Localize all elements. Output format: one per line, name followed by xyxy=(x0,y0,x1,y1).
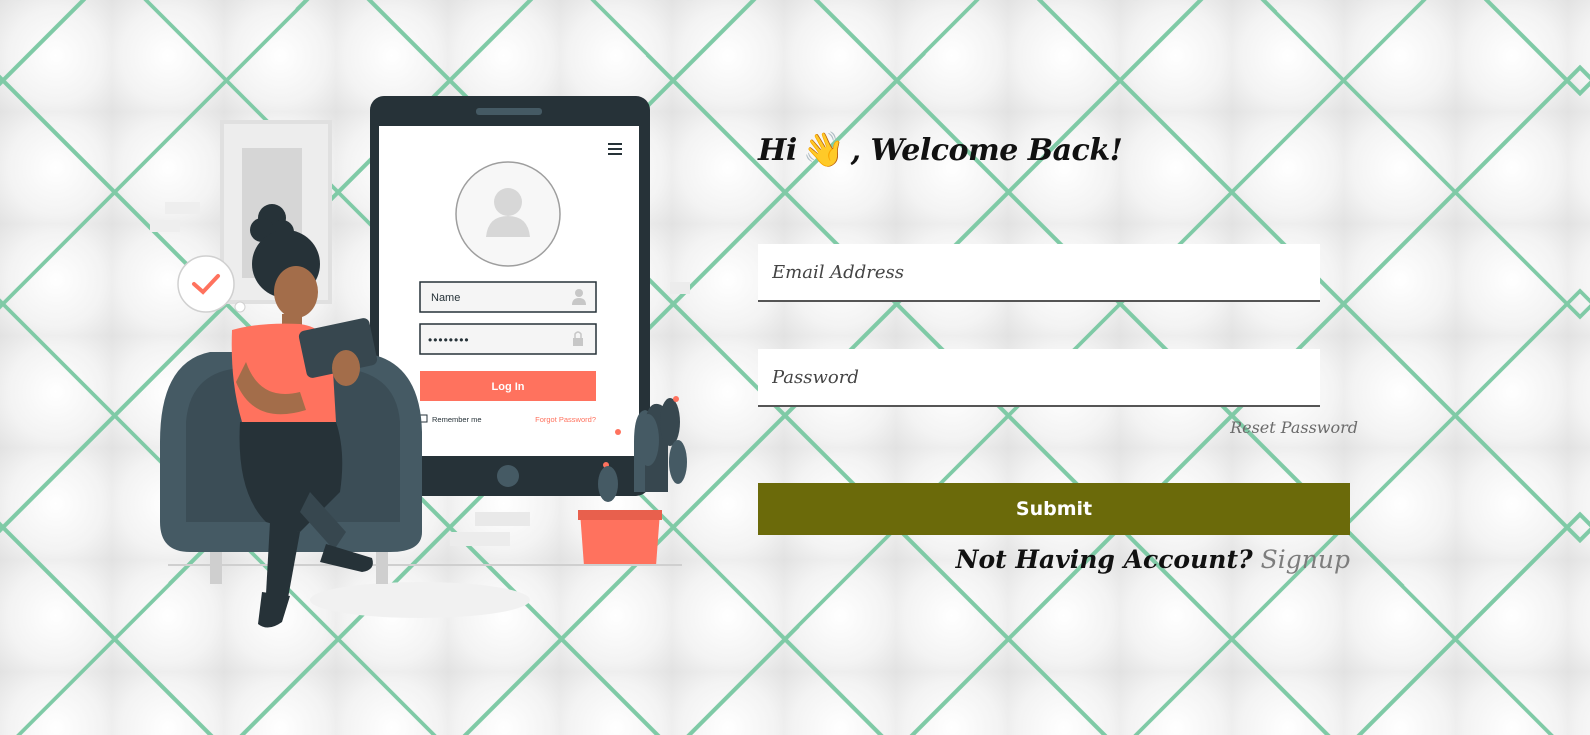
password-input[interactable] xyxy=(758,349,1320,405)
signup-question: Not Having Account? xyxy=(955,545,1253,574)
check-bubble xyxy=(177,255,235,313)
login-panel: Hi 👋 , Welcome Back! Reset Password Subm… xyxy=(758,120,1358,574)
submit-button[interactable]: Submit xyxy=(758,483,1350,535)
waving-hand-icon: 👋 xyxy=(802,130,845,170)
password-field-container xyxy=(758,349,1320,407)
bg-brick xyxy=(165,202,200,214)
greeting-prefix: Hi xyxy=(758,132,797,168)
floor-shadow xyxy=(310,582,530,618)
welcome-heading: Hi 👋 , Welcome Back! xyxy=(758,120,1358,180)
email-field-container xyxy=(758,244,1320,302)
bg-brick xyxy=(475,512,530,526)
illustration-svg: Name •••••••• Log In Remember me Forgot … xyxy=(140,64,700,628)
bg-brick xyxy=(450,532,510,546)
bg-brick xyxy=(670,282,700,294)
bg-brick xyxy=(140,220,180,232)
mock-remember-label: Remember me xyxy=(432,415,482,424)
login-illustration: Name •••••••• Log In Remember me Forgot … xyxy=(140,64,700,652)
cactus-pot-rim xyxy=(578,510,662,520)
cactus-pot xyxy=(580,512,660,566)
email-input[interactable] xyxy=(758,244,1320,300)
greeting-suffix: , Welcome Back! xyxy=(850,132,1123,168)
tablet-speaker xyxy=(476,108,542,115)
mock-name-label: Name xyxy=(431,292,460,304)
mock-forgot-label: Forgot Password? xyxy=(535,415,596,424)
reset-password-link[interactable]: Reset Password xyxy=(1228,418,1358,437)
mock-password-dots: •••••••• xyxy=(428,333,470,347)
mock-login-label: Log In xyxy=(492,381,525,393)
signup-row: Not Having Account? Signup xyxy=(758,545,1350,574)
signup-link[interactable]: Signup xyxy=(1261,545,1350,574)
armchair-leg xyxy=(376,552,388,584)
armchair-leg xyxy=(210,552,222,584)
bubble-dot xyxy=(234,301,246,313)
tablet-home-button xyxy=(497,465,519,487)
